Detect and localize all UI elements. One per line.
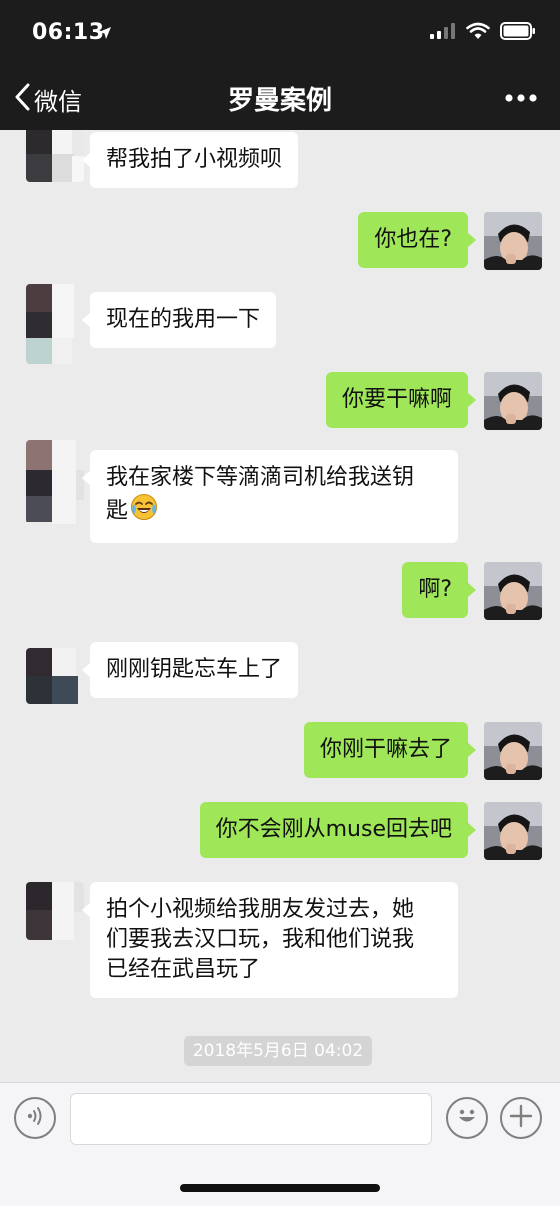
more-dots-icon — [504, 93, 538, 112]
wifi-icon — [466, 22, 490, 44]
message-timestamp: 2018年5月6日 04:02 — [184, 1036, 372, 1066]
message-text: 你也在? — [374, 227, 452, 252]
message-text: 已经在武昌玩了 — [106, 957, 261, 982]
message-text: 你要干嘛啊 — [341, 387, 452, 412]
message-text: 现在的我用一下 — [106, 307, 261, 332]
message-bubble-received[interactable]: 刚刚钥匙忘车上了 — [81, 642, 299, 698]
message-bubble-sent[interactable]: 你不会刚从muse回去吧 — [199, 802, 477, 858]
message-bubble-sent[interactable]: 你要干嘛啊 — [325, 372, 477, 428]
chat-title: 罗曼案例 — [227, 86, 332, 116]
message-bubble-received[interactable]: 拍个小视频给我朋友发过去，她 们要我去汉口玩，我和他们说我 已经在武昌玩了 — [82, 882, 458, 998]
emoji-button[interactable] — [446, 1097, 488, 1139]
message-bubble-sent[interactable]: 你也在? — [358, 212, 476, 268]
message-text: 啊? — [418, 577, 452, 602]
more-options-button[interactable] — [504, 88, 538, 108]
my-avatar[interactable] — [484, 722, 542, 780]
status-indicators — [430, 22, 536, 44]
status-time: 06:13 — [32, 20, 105, 45]
contact-avatar[interactable] — [26, 648, 84, 704]
back-label: 微信 — [34, 88, 82, 116]
contact-avatar[interactable] — [26, 882, 84, 940]
message-text: 们要我去汉口玩，我和他们说我 — [106, 927, 415, 952]
my-avatar[interactable] — [484, 372, 542, 430]
message-text: 你不会刚从muse回去吧 — [215, 817, 452, 842]
home-indicator[interactable] — [180, 1184, 380, 1192]
message-text: 你刚干嘛去了 — [319, 737, 452, 762]
message-input[interactable] — [70, 1093, 432, 1145]
message-bubble-sent[interactable]: 你刚干嘛去了 — [303, 722, 477, 778]
back-button[interactable]: 微信 — [14, 82, 82, 117]
message-text: 匙 — [106, 498, 129, 524]
contact-avatar[interactable] — [26, 284, 84, 364]
location-arrow-icon — [98, 25, 112, 44]
message-bubble-sent[interactable]: 啊? — [402, 562, 476, 618]
message-text: 我在家楼下等滴滴司机给我送钥 — [106, 465, 415, 490]
my-avatar[interactable] — [484, 562, 542, 620]
message-list[interactable]: 帮我拍了小视频呗 你也在? 现在的我用一下 你要干嘛啊 我在家楼下等滴滴司机给我… — [0, 130, 560, 1082]
message-bubble-received[interactable]: 我在家楼下等滴滴司机给我送钥 匙 — [82, 450, 458, 543]
voice-input-button[interactable] — [14, 1097, 56, 1139]
battery-icon — [500, 22, 536, 44]
message-text: 拍个小视频给我朋友发过去，她 — [106, 897, 415, 922]
contact-avatar[interactable] — [26, 440, 84, 524]
message-bubble-received[interactable]: 现在的我用一下 — [81, 292, 277, 348]
back-chevron-icon — [14, 83, 34, 117]
chat-header: 06:13 微信 罗曼案例 — [0, 0, 560, 130]
voice-icon — [24, 1105, 46, 1131]
signal-icon — [430, 23, 456, 43]
message-bubble-received[interactable]: 帮我拍了小视频呗 — [81, 132, 299, 188]
message-text: 刚刚钥匙忘车上了 — [106, 657, 283, 682]
more-functions-button[interactable] — [500, 1097, 542, 1139]
crying-laughing-emoji-icon — [130, 493, 158, 530]
contact-avatar[interactable] — [26, 130, 84, 182]
my-avatar[interactable] — [484, 802, 542, 860]
plus-icon — [509, 1104, 533, 1132]
message-text: 帮我拍了小视频呗 — [106, 147, 283, 172]
emoji-icon — [452, 1101, 482, 1135]
my-avatar[interactable] — [484, 212, 542, 270]
